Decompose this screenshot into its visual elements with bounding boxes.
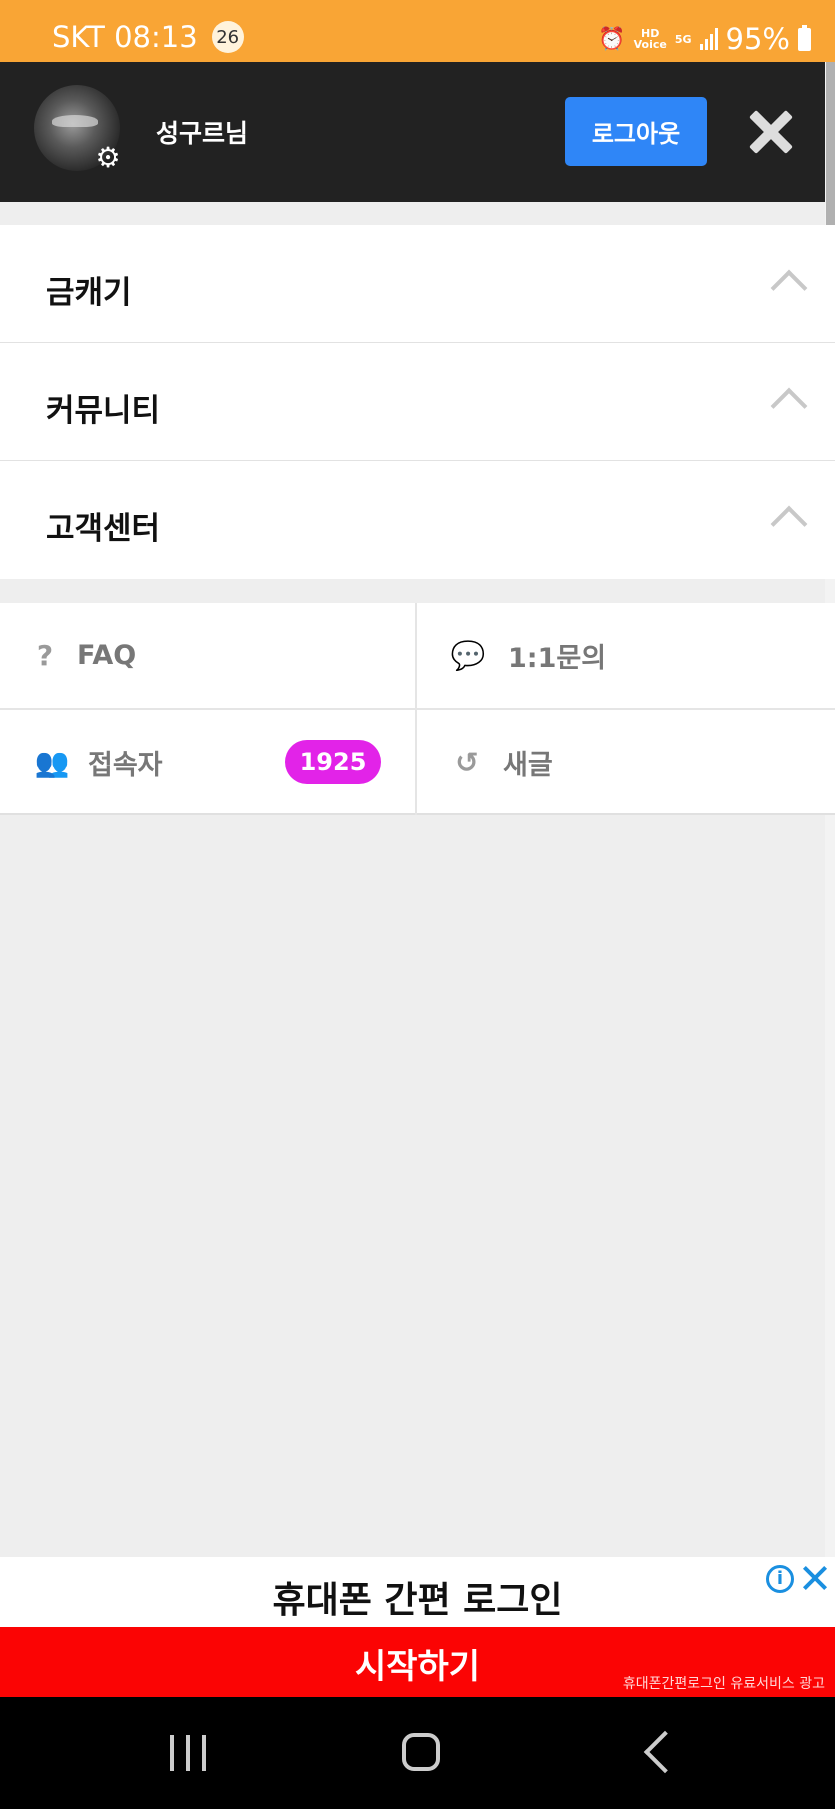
- back-icon[interactable]: [643, 1730, 687, 1774]
- question-icon: ?: [36, 639, 54, 672]
- menu-item-gold-mining[interactable]: 금캐기: [0, 225, 835, 343]
- users-icon: 👥: [34, 746, 70, 779]
- network-type-icon: 5G: [674, 32, 692, 46]
- visitors-label: 접속자: [88, 750, 163, 781]
- menu-item-community[interactable]: 커뮤니티: [0, 343, 835, 461]
- ad-banner[interactable]: 휴대폰 간편 로그인 i 시작하기 휴대폰간편로그인 유료서비스 광고: [0, 1557, 835, 1697]
- status-right: ⏰ HD Voice 5G 95%: [598, 22, 811, 56]
- ad-disclaimer: 휴대폰간편로그인 유료서비스 광고: [622, 1676, 825, 1692]
- ad-top: 휴대폰 간편 로그인 i: [0, 1557, 835, 1627]
- ad-cta-button[interactable]: 시작하기 휴대폰간편로그인 유료서비스 광고: [0, 1627, 835, 1697]
- menu-item-customer-center[interactable]: 고객센터: [0, 461, 835, 579]
- inquiry-link[interactable]: 💬 1:1문의: [448, 603, 835, 708]
- chevron-up-icon[interactable]: [770, 387, 808, 425]
- chat-icon: 💬: [450, 639, 486, 672]
- hd-voice-label: HD: [641, 27, 660, 40]
- info-icon[interactable]: i: [766, 1565, 794, 1593]
- recent-apps-icon[interactable]: [170, 1735, 206, 1771]
- navigation-bar: [0, 1697, 835, 1809]
- history-icon: ↺: [455, 746, 479, 779]
- inquiry-label: 1:1문의: [508, 643, 607, 674]
- menu-item-label: 커뮤니티: [46, 393, 161, 429]
- gear-icon[interactable]: ⚙: [94, 144, 122, 172]
- notification-badge: 26: [211, 21, 244, 53]
- chevron-up-icon[interactable]: [770, 505, 808, 543]
- status-left: SKT 08:13 26: [52, 20, 244, 54]
- new-posts-link[interactable]: ↺ 새글: [447, 710, 835, 815]
- alarm-icon: ⏰: [598, 26, 626, 52]
- quick-links-grid: ? FAQ 💬 1:1문의 👥 접속자 1925 ↺ 새글: [0, 603, 835, 815]
- faq-label: FAQ: [77, 640, 137, 671]
- logout-button[interactable]: 로그아웃: [565, 97, 707, 166]
- hd-voice-icon: HD Voice: [633, 27, 667, 51]
- ad-close-icon[interactable]: [800, 1563, 830, 1593]
- menu-item-label: 고객센터: [46, 511, 161, 547]
- status-bar: SKT 08:13 26 ⏰ HD Voice 5G 95%: [0, 0, 835, 62]
- faq-link[interactable]: ? FAQ: [25, 603, 415, 708]
- ad-title: 휴대폰 간편 로그인: [272, 1580, 563, 1621]
- user-name: 성구르님: [156, 119, 249, 148]
- battery-percent: 95%: [725, 22, 790, 56]
- carrier-time: SKT 08:13: [52, 20, 198, 54]
- battery-icon: [798, 24, 811, 51]
- drawer-header: ⚙ 성구르님 로그아웃: [0, 62, 825, 202]
- signal-icon: [699, 28, 718, 50]
- new-posts-label: 새글: [503, 750, 553, 781]
- home-icon[interactable]: [402, 1733, 440, 1771]
- menu-list: 금캐기 커뮤니티 고객센터: [0, 225, 835, 579]
- close-icon[interactable]: [746, 108, 794, 156]
- visitors-count-badge: 1925: [285, 740, 381, 784]
- chevron-up-icon[interactable]: [770, 269, 808, 307]
- menu-item-label: 금캐기: [46, 275, 132, 311]
